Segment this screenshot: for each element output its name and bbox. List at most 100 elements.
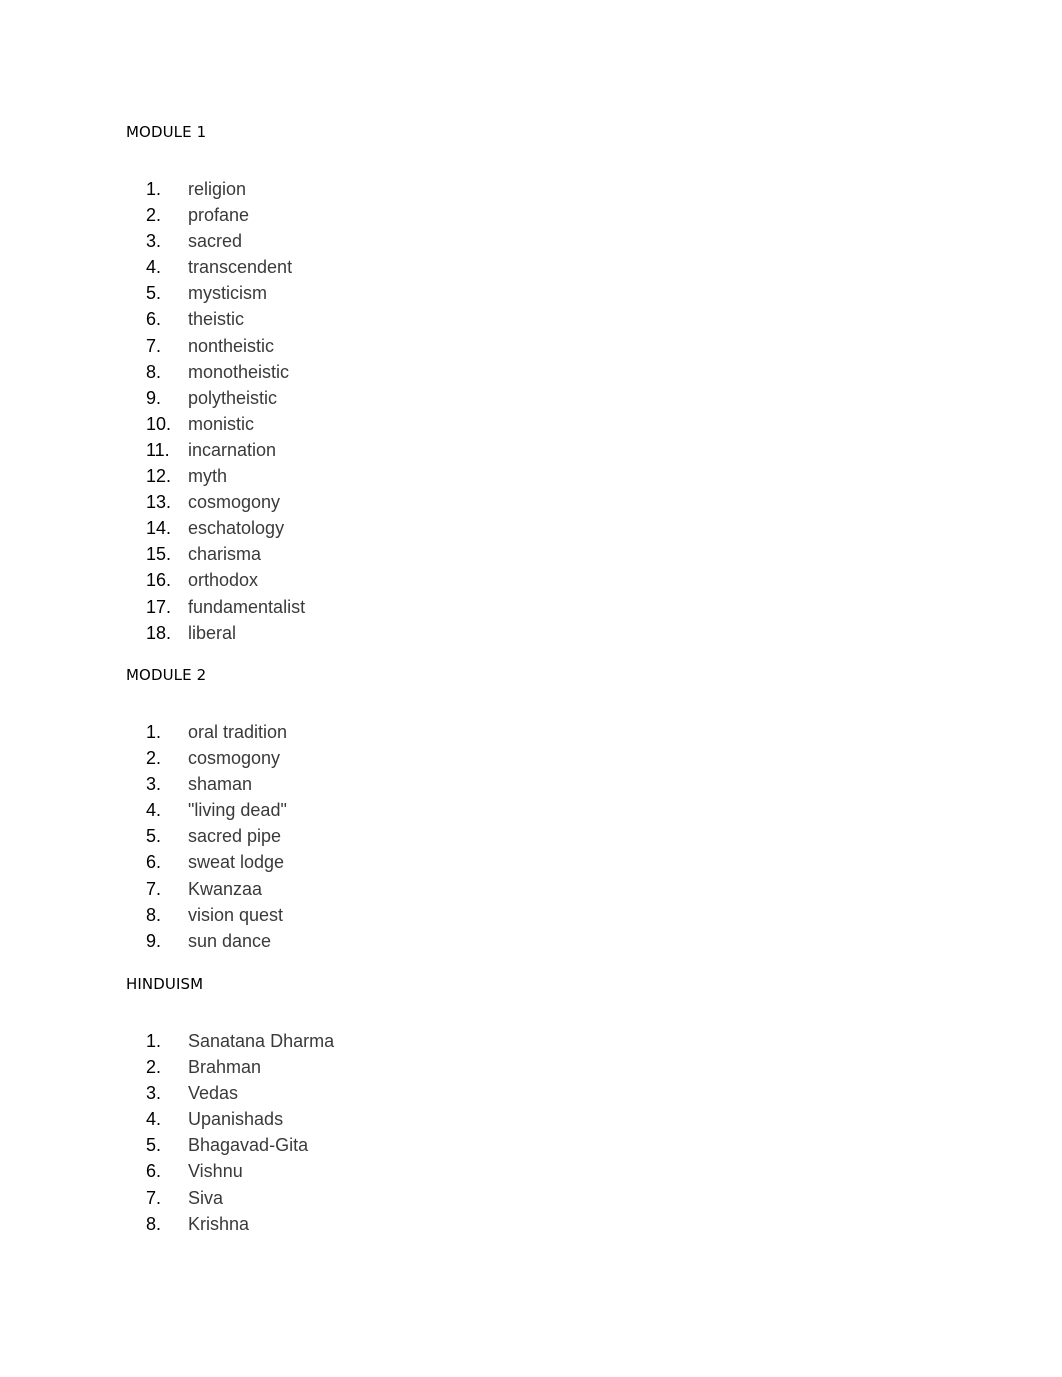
list-item-number: 3.	[146, 231, 162, 252]
list-item-term: monistic	[188, 413, 255, 434]
list-item-number: 9.	[146, 930, 162, 951]
list-item-term: mysticism	[188, 283, 267, 304]
list-item-number: 2.	[146, 748, 162, 769]
list-item-number: 9.	[146, 387, 162, 408]
list-item: 16. orthodox	[146, 567, 305, 593]
list-item-number: 15.	[146, 544, 172, 565]
list-item-number: 5.	[146, 826, 162, 847]
list-item: 6. sweat lodge	[146, 849, 287, 875]
list-item-term: myth	[188, 466, 228, 487]
list-item-number: 16.	[146, 570, 172, 591]
list-item-term: charisma	[188, 544, 262, 565]
list-item: 13. cosmogony	[146, 489, 305, 515]
list-item-number: 8.	[146, 904, 162, 925]
list-item: 11. incarnation	[146, 437, 305, 463]
list-item-term: incarnation	[188, 439, 277, 460]
list-item-term: liberal	[188, 622, 237, 643]
list-item: 14. eschatology	[146, 515, 305, 541]
section-heading-hinduism: HINDUISM	[126, 975, 204, 993]
list-item: 2. cosmogony	[146, 745, 287, 771]
list-item: 7. Kwanzaa	[146, 876, 287, 902]
list-item-number: 12.	[146, 466, 172, 487]
list-item-number: 8.	[146, 1213, 162, 1234]
list-item: 2. profane	[146, 202, 305, 228]
list-item: 7. Siva	[146, 1185, 334, 1211]
list-item-term: Kwanzaa	[188, 878, 263, 899]
list-item: 8. monotheistic	[146, 359, 305, 385]
list-item-term: cosmogony	[188, 492, 281, 513]
list-item-number: 4.	[146, 800, 162, 821]
list-item: 12. myth	[146, 463, 305, 489]
list-item: 5. sacred pipe	[146, 823, 287, 849]
list-item: 5. mysticism	[146, 280, 305, 306]
list-item: 3. Vedas	[146, 1080, 334, 1106]
list-item-number: 5.	[146, 1135, 162, 1156]
list-item-term: theistic	[188, 309, 245, 330]
list-item: 1. oral tradition	[146, 719, 287, 745]
list-item-number: 2.	[146, 1057, 162, 1078]
list-item: 6. theistic	[146, 306, 305, 332]
list-item-number: 13.	[146, 492, 172, 513]
list-item-term: religion	[188, 179, 247, 199]
list-item-number: 6.	[146, 309, 162, 330]
list-item-term: Sanatana Dharma	[188, 1031, 335, 1051]
list-item-number: 7.	[146, 335, 162, 356]
list-item-term: Brahman	[188, 1057, 262, 1078]
list-item: 8. Krishna	[146, 1211, 334, 1237]
term-list-hinduism: 1. Sanatana Dharma 2. Brahman 3. Vedas 4. Upani…	[146, 1028, 334, 1237]
section-heading-module-2: MODULE 2	[126, 666, 207, 684]
term-list-module-2: 1. oral tradition 2. cosmogony 3. shaman 4. "li…	[146, 719, 287, 954]
list-item: 15. charisma	[146, 541, 305, 567]
list-item-term: Siva	[188, 1187, 224, 1208]
list-item-number: 6.	[146, 1161, 162, 1182]
list-item: 7. nontheistic	[146, 333, 305, 359]
list-item-term: fundamentalist	[188, 596, 306, 617]
list-item: 1. Sanatana Dharma	[146, 1028, 334, 1054]
list-item-term: sacred	[188, 231, 243, 252]
list-item-term: sweat lodge	[188, 852, 285, 873]
list-item-number: 3.	[146, 774, 162, 795]
list-item-number: 11.	[146, 439, 170, 460]
list-item-term: vision quest	[188, 904, 284, 925]
list-item-number: 17.	[146, 596, 172, 617]
list-item-term: nontheistic	[188, 335, 275, 356]
list-item: 8. vision quest	[146, 902, 287, 928]
list-item-term: profane	[188, 205, 250, 226]
list-item: 9. polytheistic	[146, 385, 305, 411]
list-item-term: monotheistic	[188, 361, 290, 382]
list-item-term: polytheistic	[188, 387, 278, 408]
list-item-term: Krishna	[188, 1213, 250, 1234]
list-item-number: 8.	[146, 361, 162, 382]
list-item: 4. Upanishads	[146, 1106, 334, 1132]
list-item: 2. Brahman	[146, 1054, 334, 1080]
list-item-term: sacred pipe	[188, 826, 282, 847]
list-item: 4. "living dead"	[146, 797, 287, 823]
list-item-number: 18.	[146, 622, 172, 643]
list-item-term: eschatology	[188, 518, 285, 539]
list-item-number: 4.	[146, 257, 162, 278]
list-item: 17. fundamentalist	[146, 594, 305, 620]
list-item-term: orthodox	[188, 570, 259, 591]
list-item-number: 10.	[146, 413, 172, 434]
list-item: 6. Vishnu	[146, 1158, 334, 1184]
list-item-number: 2.	[146, 205, 162, 226]
list-item: 9. sun dance	[146, 928, 287, 954]
list-item-number: 5.	[146, 283, 162, 304]
list-item: 1. religion	[146, 176, 305, 202]
list-item-term: Vishnu	[188, 1161, 243, 1182]
list-item-term: shaman	[188, 774, 253, 795]
list-item: 3. sacred	[146, 228, 305, 254]
list-item-term: Upanishads	[188, 1109, 284, 1130]
list-item-term: "living dead"	[188, 800, 287, 821]
list-item-term: Bhagavad-Gita	[188, 1135, 309, 1156]
list-item-number: 7.	[146, 1187, 162, 1208]
list-item-term: transcendent	[188, 257, 293, 278]
list-item-number: 14.	[146, 518, 172, 539]
list-item-number: 1.	[146, 179, 162, 199]
list-item-number: 7.	[146, 878, 162, 899]
list-item-number: 4.	[146, 1109, 162, 1130]
list-item-number: 1.	[146, 1031, 162, 1051]
list-item: 5. Bhagavad-Gita	[146, 1132, 334, 1158]
list-item-term: cosmogony	[188, 748, 281, 769]
list-item: 18. liberal	[146, 620, 305, 646]
